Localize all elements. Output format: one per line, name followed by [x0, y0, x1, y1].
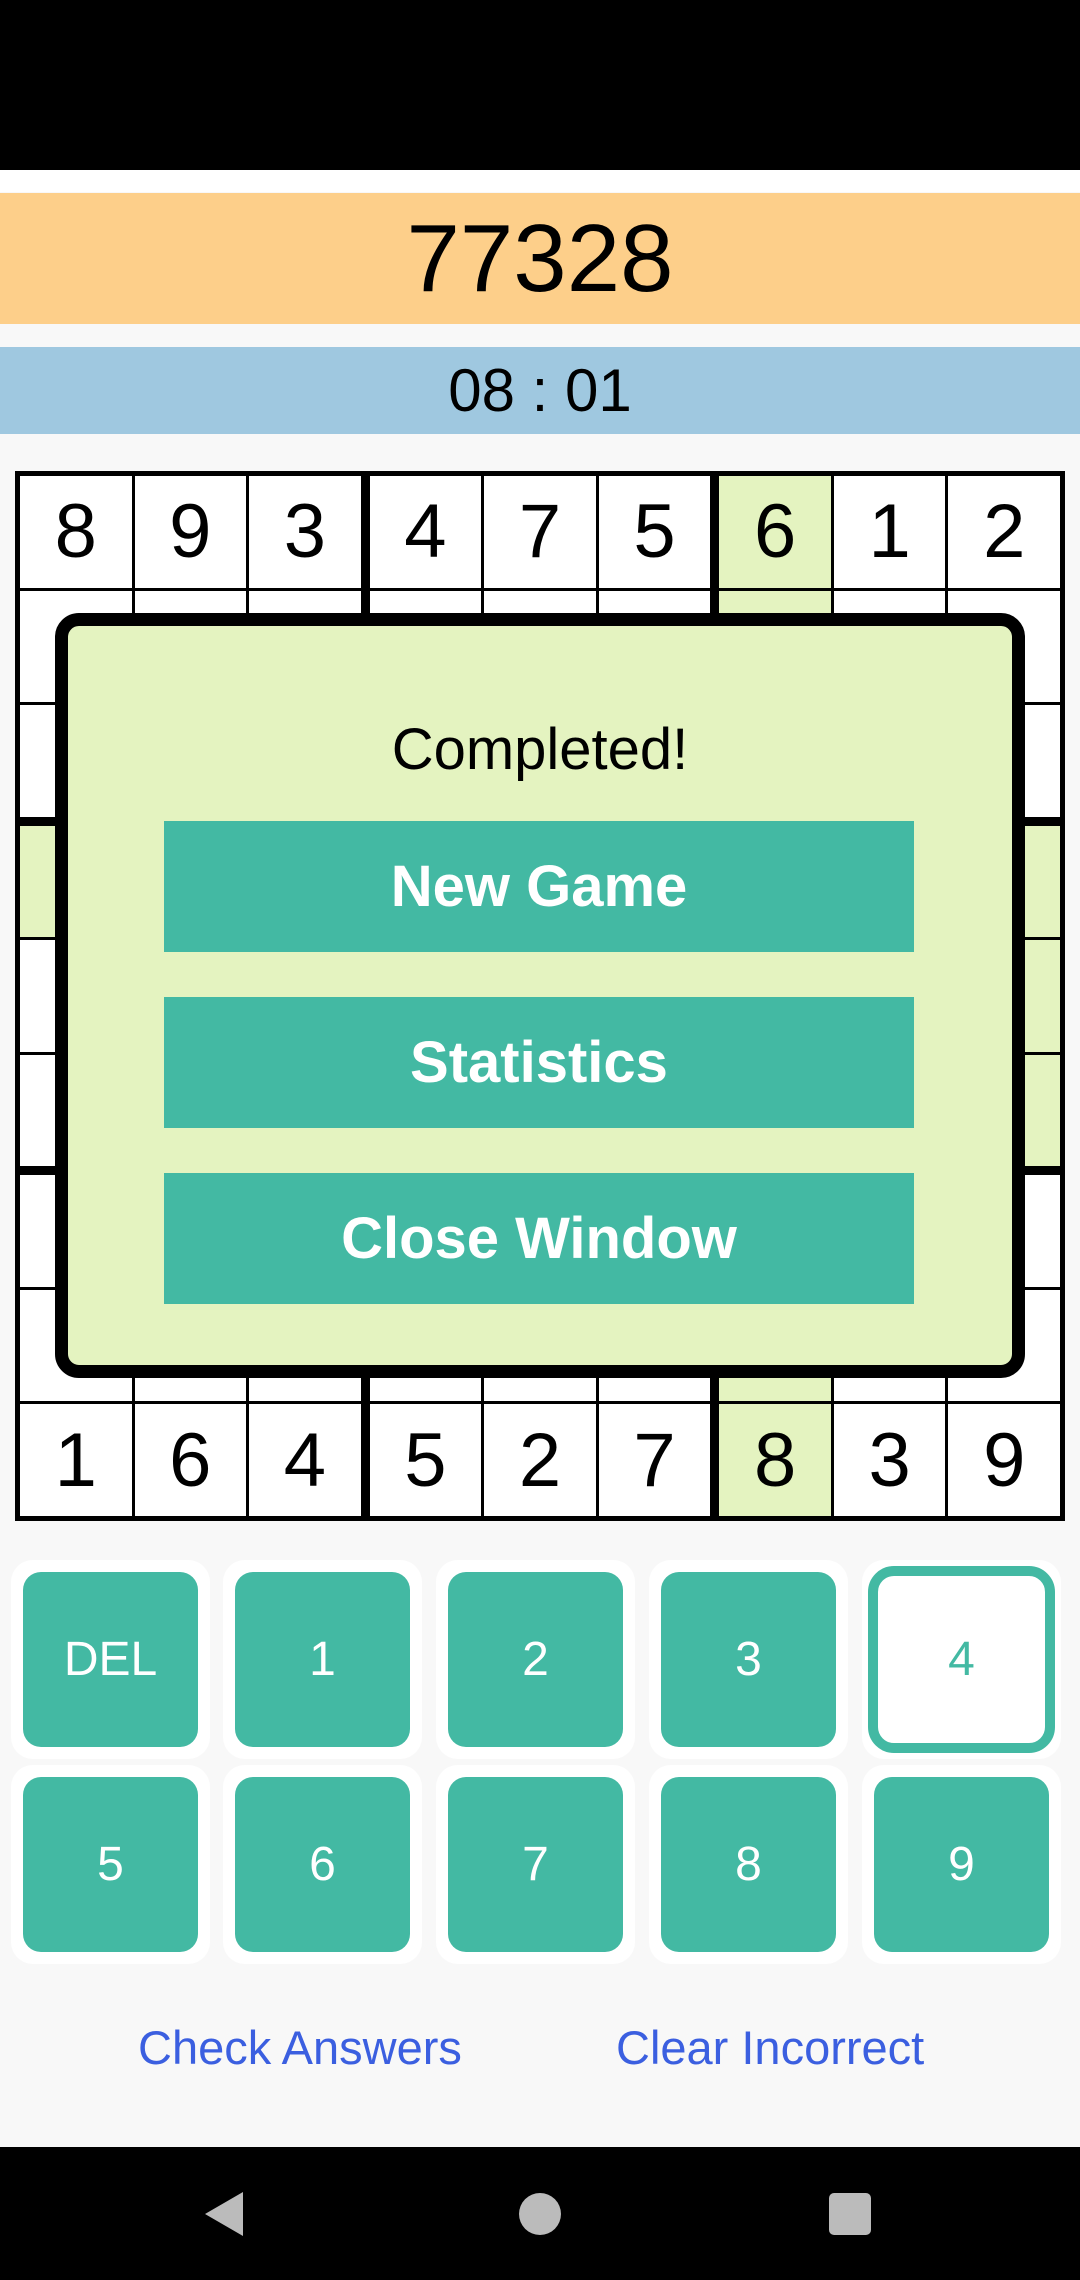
grid-cell[interactable]: 1 [833, 476, 946, 588]
grid-cell[interactable]: 6 [719, 476, 831, 588]
back-icon[interactable] [205, 2192, 243, 2236]
completed-dialog: Completed! New Game Statistics Close Win… [55, 613, 1025, 1378]
number-key-4[interactable]: 4 [868, 1566, 1055, 1753]
recents-icon[interactable] [829, 2193, 871, 2235]
keypad-key-container: 4 [862, 1560, 1061, 1759]
number-key-2[interactable]: 2 [448, 1572, 623, 1747]
grid-cell[interactable]: 8 [20, 476, 132, 588]
number-key-6[interactable]: 6 [235, 1777, 410, 1952]
clear-incorrect-link[interactable]: Clear Incorrect [616, 2020, 924, 2075]
grid-cell[interactable]: 3 [833, 1404, 946, 1516]
grid-cell[interactable]: 8 [719, 1404, 831, 1516]
new-game-button[interactable]: New Game [164, 821, 914, 952]
statistics-button[interactable]: Statistics [164, 997, 914, 1128]
number-key-5[interactable]: 5 [23, 1777, 198, 1952]
keypad-key-container: 8 [649, 1765, 848, 1964]
keypad-key-container: DEL [11, 1560, 210, 1759]
grid-cell[interactable]: 7 [598, 1404, 711, 1516]
grid-cell[interactable]: 4 [369, 476, 482, 588]
score-display: 77328 [0, 193, 1080, 324]
keypad-key-container: 2 [436, 1560, 635, 1759]
close-window-button[interactable]: Close Window [164, 1173, 914, 1304]
dialog-title: Completed! [391, 717, 689, 782]
check-answers-link[interactable]: Check Answers [138, 2020, 462, 2075]
number-key-3[interactable]: 3 [661, 1572, 836, 1747]
grid-cell[interactable]: 2 [948, 476, 1060, 588]
grid-cell[interactable]: 2 [484, 1404, 596, 1516]
grid-cell[interactable]: 6 [134, 1404, 247, 1516]
delete-key[interactable]: DEL [23, 1572, 198, 1747]
grid-cell[interactable]: 5 [598, 476, 711, 588]
grid-cell[interactable]: 5 [369, 1404, 482, 1516]
number-key-7[interactable]: 7 [448, 1777, 623, 1952]
grid-cell[interactable]: 4 [249, 1404, 361, 1516]
divider [0, 170, 1080, 192]
grid-cell[interactable]: 7 [484, 476, 596, 588]
number-key-1[interactable]: 1 [235, 1572, 410, 1747]
home-icon[interactable] [519, 2193, 561, 2235]
grid-cell[interactable]: 1 [20, 1404, 132, 1516]
timer-display: 08 : 01 [0, 347, 1080, 434]
keypad-key-container: 7 [436, 1765, 635, 1964]
keypad-key-container: 5 [11, 1765, 210, 1964]
keypad-key-container: 3 [649, 1560, 848, 1759]
grid-cell[interactable]: 9 [134, 476, 247, 588]
grid-cell[interactable]: 9 [948, 1404, 1060, 1516]
keypad-key-container: 9 [862, 1765, 1061, 1964]
number-key-8[interactable]: 8 [661, 1777, 836, 1952]
status-bar [0, 0, 1080, 170]
grid-cell[interactable]: 3 [249, 476, 361, 588]
number-key-9[interactable]: 9 [874, 1777, 1049, 1952]
keypad-key-container: 1 [223, 1560, 422, 1759]
keypad-key-container: 6 [223, 1765, 422, 1964]
